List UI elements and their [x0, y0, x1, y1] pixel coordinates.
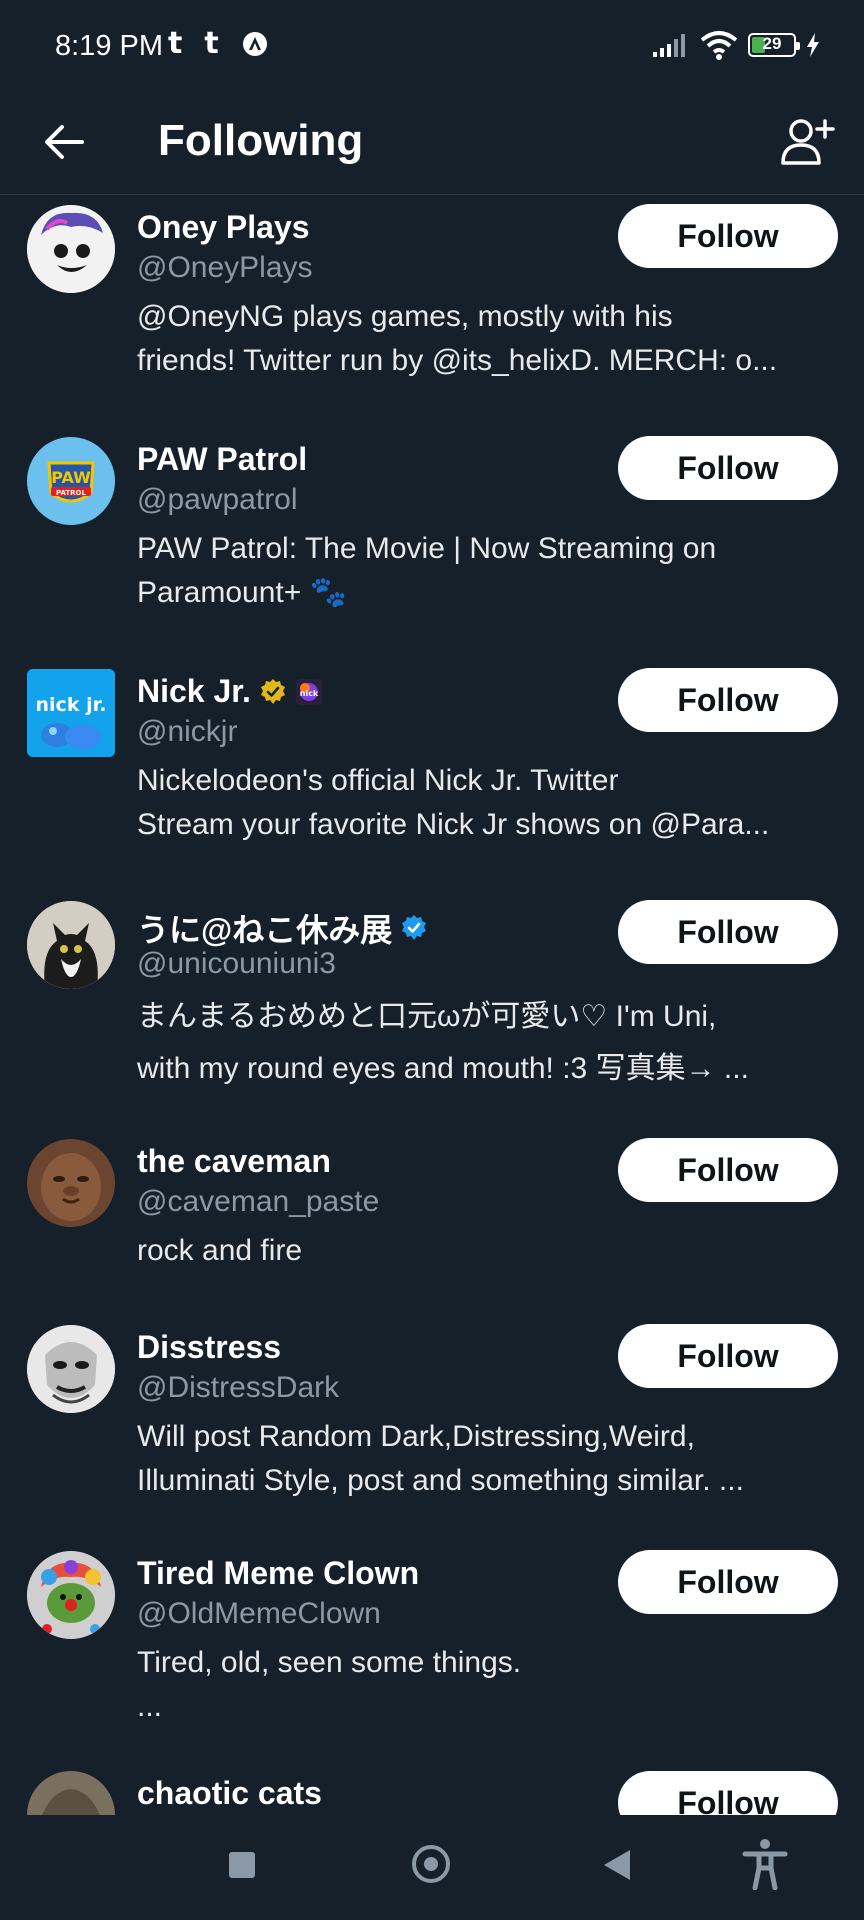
status-bar: 8:19 PM t t 29: [0, 0, 864, 96]
avatar-logo-text: nick jr.: [36, 694, 107, 716]
tumblr-icon: t: [204, 26, 219, 61]
account-handle: @OneyPlays: [137, 251, 313, 284]
account-name[interactable]: the caveman: [137, 1143, 331, 1180]
add-user-button[interactable]: [776, 110, 840, 174]
account-handle: @unicouniuni3: [137, 947, 336, 980]
bio-line: Nickelodeon's official Nick Jr. Twitter: [137, 764, 619, 797]
name-line: chaotic cats: [137, 1775, 322, 1812]
account-name[interactable]: chaotic cats: [137, 1775, 322, 1812]
list-item[interactable]: Oney Plays @OneyPlays @OneyNG plays game…: [0, 195, 864, 427]
list-item[interactable]: nick jr. Nick Jr. nick @nickjr Nickelode…: [0, 659, 864, 891]
back-button[interactable]: [36, 114, 92, 170]
follow-button[interactable]: Follow: [618, 900, 838, 964]
list-item[interactable]: うに@ねこ休み展 @unicouniuni3 まんまるおめめと口元ωが可愛い♡ …: [0, 891, 864, 1129]
account-name[interactable]: Disstress: [137, 1329, 281, 1366]
bio-line: Illuminati Style, post and something sim…: [137, 1464, 744, 1497]
follow-button[interactable]: Follow: [618, 1550, 838, 1614]
name-line: Oney Plays: [137, 209, 310, 246]
bio-line: Tired, old, seen some things.: [137, 1646, 522, 1679]
add-user-icon: [781, 119, 835, 165]
bio-line: @OneyNG plays games, mostly with his: [137, 300, 673, 333]
bio-line: ...: [137, 1690, 163, 1723]
battery-icon: 29: [748, 33, 800, 57]
account-bio: Nickelodeon's official Nick Jr. Twitter …: [137, 759, 837, 847]
name-line: Tired Meme Clown: [137, 1555, 419, 1592]
follow-button[interactable]: Follow: [618, 1138, 838, 1202]
account-name[interactable]: PAW Patrol: [137, 441, 307, 478]
status-right-icons: 29: [652, 30, 820, 60]
account-handle: @nickjr: [137, 715, 238, 748]
bio-line: friends! Twitter run by @its_helixD. MER…: [137, 344, 778, 377]
account-bio: @OneyNG plays games, mostly with his fri…: [137, 295, 837, 383]
page-title: Following: [158, 116, 364, 165]
follow-button[interactable]: Follow: [618, 436, 838, 500]
wifi-icon: [700, 31, 738, 60]
bio-line: rock and fire: [137, 1234, 303, 1267]
gold-verified-icon: [260, 678, 285, 704]
account-name[interactable]: Oney Plays: [137, 209, 310, 246]
accessibility-icon[interactable]: [741, 1838, 789, 1890]
recents-square-icon[interactable]: [229, 1852, 255, 1878]
account-handle: @caveman_paste: [137, 1185, 380, 1218]
bio-line: Will post Random Dark,Distressing,Weird,: [137, 1420, 695, 1453]
account-bio: Tired, old, seen some things. ...: [137, 1641, 837, 1729]
account-bio: Will post Random Dark,Distressing,Weird,…: [137, 1415, 837, 1503]
bio-line: Paramount+ 🐾: [137, 576, 347, 609]
follow-button[interactable]: Follow: [618, 204, 838, 268]
svg-text:nick: nick: [300, 689, 319, 698]
list-item[interactable]: the caveman @caveman_paste rock and fire…: [0, 1129, 864, 1315]
list-item[interactable]: chaotic cats Follow: [0, 1767, 864, 1815]
avatar[interactable]: [27, 205, 115, 293]
following-list[interactable]: Oney Plays @OneyPlays @OneyNG plays game…: [0, 195, 864, 1815]
arrow-left-icon: [45, 125, 84, 159]
account-handle: @pawpatrol: [137, 483, 298, 516]
account-handle: @OldMemeClown: [137, 1597, 381, 1630]
account-handle: @DistressDark: [137, 1371, 340, 1404]
bio-line: まんまるおめめと口元ωが可愛い♡ I'm Uni,: [137, 1000, 717, 1033]
account-name[interactable]: うに@ねこ休み展: [137, 905, 392, 951]
follow-button[interactable]: Follow: [618, 1324, 838, 1388]
list-item[interactable]: Disstress @DistressDark Will post Random…: [0, 1315, 864, 1541]
bio-line: Stream your favorite Nick Jr shows on @P…: [137, 808, 770, 841]
charging-icon: [807, 33, 819, 57]
svg-text:PATROL: PATROL: [56, 489, 86, 497]
list-item[interactable]: Tired Meme Clown @OldMemeClown Tired, ol…: [0, 1541, 864, 1767]
avatar[interactable]: nick jr.: [27, 669, 115, 757]
follow-button[interactable]: Follow: [618, 668, 838, 732]
affiliate-badge-icon: nick: [295, 678, 322, 705]
name-line: PAW Patrol: [137, 441, 307, 478]
name-line: the caveman: [137, 1143, 331, 1180]
blue-verified-icon: [402, 915, 427, 940]
avatar[interactable]: [27, 1771, 115, 1815]
account-bio: まんまるおめめと口元ωが可愛い♡ I'm Uni, with my round …: [137, 991, 837, 1095]
battery-level: 29: [762, 34, 782, 53]
bio-line: PAW Patrol: The Movie | Now Streaming on: [137, 532, 717, 565]
avatar[interactable]: [27, 1139, 115, 1227]
home-circle-icon[interactable]: [412, 1845, 450, 1883]
list-item[interactable]: PAW PATROL PAW Patrol @pawpatrol PAW Pat…: [0, 427, 864, 659]
back-triangle-icon[interactable]: [604, 1850, 630, 1880]
account-bio: PAW Patrol: The Movie | Now Streaming on…: [137, 527, 837, 615]
follow-button[interactable]: Follow: [618, 1771, 838, 1815]
name-line: うに@ねこ休み展: [137, 905, 428, 951]
tumblr-icon: t: [168, 26, 183, 61]
avatar[interactable]: [27, 901, 115, 989]
bio-line: with my round eyes and mouth! :3 写真集→ ..…: [137, 1052, 749, 1085]
avatar[interactable]: [27, 1325, 115, 1413]
status-notification-icons: t t: [168, 26, 269, 61]
name-line: Nick Jr. nick: [137, 673, 323, 710]
header: Following: [0, 96, 864, 195]
avatar[interactable]: PAW PATROL: [27, 437, 115, 525]
account-bio: rock and fire: [137, 1229, 837, 1273]
signal-icon: [653, 34, 685, 57]
svg-text:PAW: PAW: [51, 468, 91, 487]
account-name[interactable]: Tired Meme Clown: [137, 1555, 419, 1592]
vpn-icon: [242, 31, 267, 56]
account-name[interactable]: Nick Jr.: [137, 673, 251, 710]
name-line: Disstress: [137, 1329, 281, 1366]
status-time: 8:19 PM: [55, 30, 163, 62]
avatar[interactable]: [27, 1551, 115, 1639]
